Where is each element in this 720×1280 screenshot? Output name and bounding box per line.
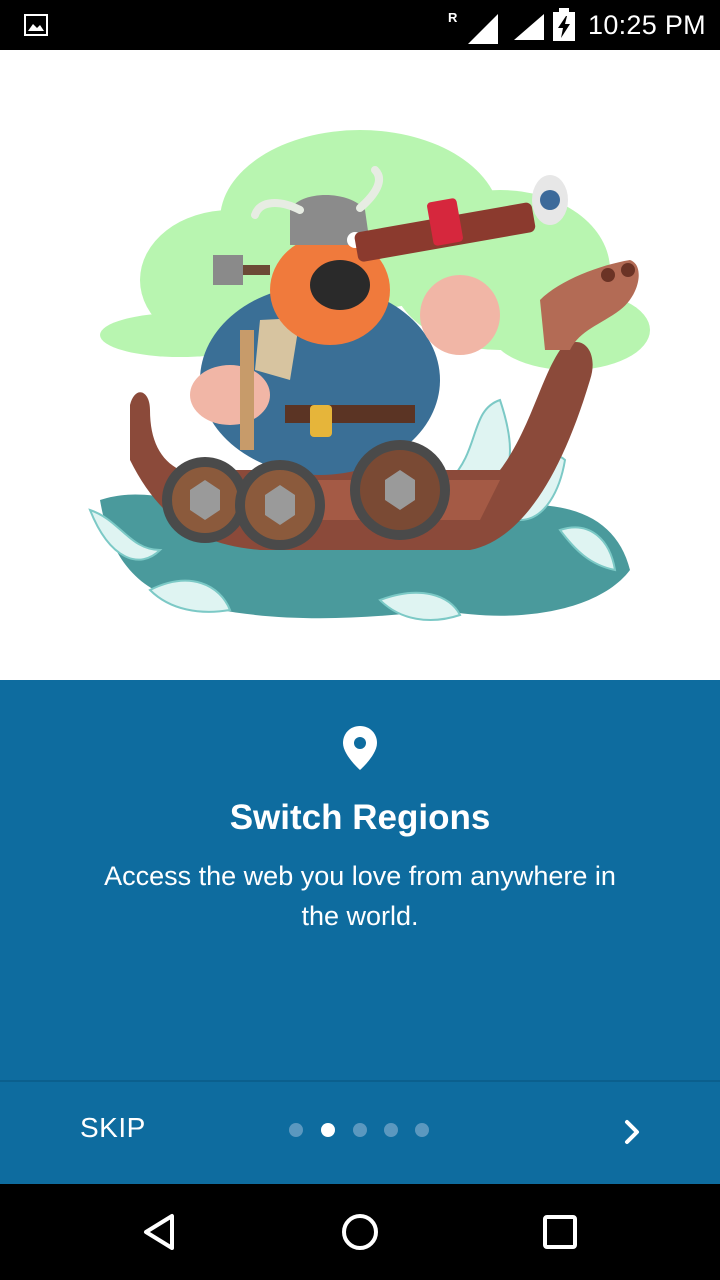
divider (0, 1080, 720, 1082)
page-dot-5[interactable] (415, 1123, 429, 1137)
roaming-indicator: R (448, 10, 458, 25)
page-dot-4[interactable] (384, 1123, 398, 1137)
signal-icon (514, 14, 544, 45)
onboarding-title: Switch Regions (229, 798, 491, 837)
signal-roaming-icon (468, 14, 498, 49)
page-dot-2-active[interactable] (321, 1123, 335, 1137)
chevron-right-icon (625, 1120, 639, 1144)
location-pin-icon (342, 726, 378, 775)
next-button[interactable] (612, 1112, 652, 1152)
home-icon[interactable] (338, 1210, 382, 1259)
image-notification-icon (24, 14, 48, 41)
onboarding-panel: Switch Regions Access the web you love f… (0, 680, 720, 1184)
recents-icon[interactable] (540, 1212, 580, 1257)
status-bar: R 10:25 PM (0, 0, 720, 50)
navigation-bar (0, 1184, 720, 1280)
skip-button[interactable]: SKIP (80, 1112, 146, 1144)
status-time: 10:25 PM (588, 10, 706, 40)
back-icon[interactable] (138, 1210, 182, 1259)
battery-charging-icon (552, 8, 576, 47)
onboarding-description: Access the web you love from anywhere in… (104, 861, 616, 931)
viking-illustration (0, 50, 720, 680)
page-dot-3[interactable] (353, 1123, 367, 1137)
signal-roaming: R (448, 10, 500, 44)
viking-on-longship-illustration (88, 130, 650, 621)
page-dot-1[interactable] (289, 1123, 303, 1137)
